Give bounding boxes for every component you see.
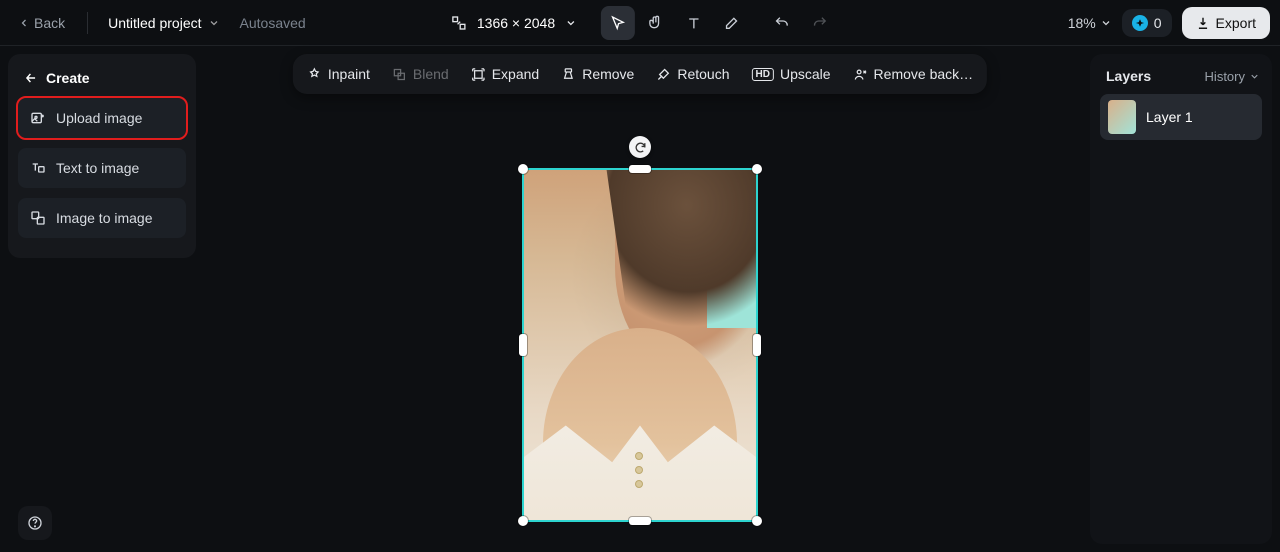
resize-handle-bottom-left[interactable] — [518, 516, 528, 526]
select-tool[interactable] — [601, 6, 635, 40]
app-header: Back Untitled project Autosaved 1366 × 2… — [0, 0, 1280, 46]
header-center-tools: 1366 × 2048 — [443, 6, 837, 40]
hand-icon — [648, 15, 664, 31]
remove-background-button[interactable]: Remove back… — [849, 62, 978, 86]
remove-icon — [561, 67, 576, 82]
project-name-dropdown[interactable]: Untitled project — [102, 11, 225, 35]
canvas-action-toolbar: Inpaint Blend Expand Remove Retouch HD U… — [293, 54, 987, 94]
upload-image-label: Upload image — [56, 110, 142, 126]
cursor-icon — [610, 15, 626, 31]
undo-redo — [765, 6, 837, 40]
inpaint-label: Inpaint — [328, 66, 370, 82]
undo-icon — [774, 15, 790, 31]
retouch-label: Retouch — [677, 66, 729, 82]
credits-button[interactable]: 0 — [1122, 9, 1172, 37]
brush-tool[interactable] — [715, 6, 749, 40]
resize-handle-bottom-right[interactable] — [752, 516, 762, 526]
canvas-image[interactable] — [524, 170, 756, 520]
header-divider — [87, 12, 88, 34]
expand-label: Expand — [492, 66, 539, 82]
export-label: Export — [1216, 15, 1256, 31]
zoom-value: 18% — [1068, 15, 1096, 31]
create-panel: Create Upload image Text to image Image … — [8, 54, 196, 258]
text-tool[interactable] — [677, 6, 711, 40]
export-button[interactable]: Export — [1182, 7, 1270, 39]
image-to-image-icon — [30, 210, 46, 226]
inpaint-icon — [307, 67, 322, 82]
header-right: 18% 0 Export — [1068, 7, 1270, 39]
upload-image-icon — [30, 110, 46, 126]
help-icon — [27, 515, 43, 531]
remove-button[interactable]: Remove — [557, 62, 638, 86]
upscale-label: Upscale — [780, 66, 831, 82]
redo-icon — [812, 15, 828, 31]
chevron-down-icon — [565, 17, 577, 29]
undo-button[interactable] — [765, 6, 799, 40]
resize-handle-top-right[interactable] — [752, 164, 762, 174]
canvas-tools — [601, 6, 749, 40]
chevron-down-icon — [1100, 17, 1112, 29]
resize-handle-top[interactable] — [629, 165, 651, 173]
download-icon — [1196, 16, 1210, 30]
credit-icon — [1132, 15, 1148, 31]
layer-name: Layer 1 — [1146, 109, 1193, 125]
dimensions-text: 1366 × 2048 — [477, 15, 555, 31]
back-button[interactable]: Back — [10, 11, 73, 35]
upscale-button[interactable]: HD Upscale — [748, 62, 835, 86]
inpaint-button[interactable]: Inpaint — [303, 62, 374, 86]
brush-icon — [724, 15, 740, 31]
workspace: Create Upload image Text to image Image … — [0, 46, 1280, 552]
layers-panel: Layers History Layer 1 — [1090, 54, 1272, 544]
resize-handle-left[interactable] — [519, 334, 527, 356]
redo-button[interactable] — [803, 6, 837, 40]
zoom-dropdown[interactable]: 18% — [1068, 15, 1112, 31]
expand-icon — [471, 67, 486, 82]
back-arrow-icon — [24, 71, 38, 85]
resize-handle-top-left[interactable] — [518, 164, 528, 174]
chevron-down-icon — [1249, 71, 1260, 82]
hd-icon: HD — [752, 68, 774, 81]
chevron-left-icon — [18, 17, 30, 29]
image-to-image-label: Image to image — [56, 210, 153, 226]
retouch-icon — [656, 67, 671, 82]
project-name-text: Untitled project — [108, 15, 201, 31]
regenerate-handle[interactable] — [629, 136, 651, 158]
refresh-icon — [634, 141, 647, 154]
create-title-text: Create — [46, 70, 90, 86]
help-button[interactable] — [18, 506, 52, 540]
text-icon — [686, 15, 702, 31]
text-to-image-icon — [30, 160, 46, 176]
layer-item[interactable]: Layer 1 — [1100, 94, 1262, 140]
remove-bg-label: Remove back… — [874, 66, 974, 82]
back-label: Back — [34, 15, 65, 31]
resize-icon — [451, 15, 467, 31]
resize-handle-right[interactable] — [753, 334, 761, 356]
history-label: History — [1205, 69, 1245, 84]
remove-bg-icon — [853, 67, 868, 82]
layer-thumbnail — [1108, 100, 1136, 134]
canvas[interactable] — [200, 92, 1080, 552]
image-to-image-button[interactable]: Image to image — [18, 198, 186, 238]
text-to-image-button[interactable]: Text to image — [18, 148, 186, 188]
blend-icon — [392, 67, 407, 82]
resize-handle-bottom[interactable] — [629, 517, 651, 525]
create-panel-title: Create — [18, 64, 186, 98]
text-to-image-label: Text to image — [56, 160, 139, 176]
autosave-status: Autosaved — [240, 15, 306, 31]
credits-value: 0 — [1154, 15, 1162, 31]
retouch-button[interactable]: Retouch — [652, 62, 733, 86]
blend-label: Blend — [413, 66, 449, 82]
history-dropdown[interactable]: History — [1205, 69, 1260, 84]
canvas-dimensions-dropdown[interactable]: 1366 × 2048 — [443, 11, 585, 35]
selected-layer-bounds[interactable] — [522, 168, 758, 522]
layers-panel-header: Layers History — [1100, 64, 1262, 94]
upload-image-button[interactable]: Upload image — [18, 98, 186, 138]
expand-button[interactable]: Expand — [467, 62, 543, 86]
remove-label: Remove — [582, 66, 634, 82]
layers-title: Layers — [1106, 68, 1151, 84]
blend-button[interactable]: Blend — [388, 62, 453, 86]
chevron-down-icon — [208, 17, 220, 29]
hand-tool[interactable] — [639, 6, 673, 40]
